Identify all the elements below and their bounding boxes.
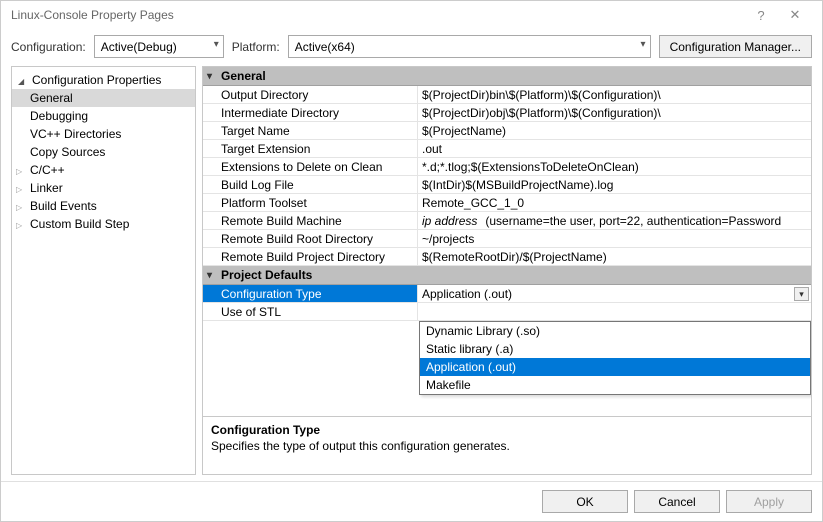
property-grid[interactable]: ▾GeneralOutput Directory$(ProjectDir)bin… [203, 67, 811, 416]
property-value[interactable]: $(ProjectDir)obj\$(Platform)\$(Configura… [418, 104, 811, 121]
property-label: Intermediate Directory [203, 104, 418, 121]
property-label: Target Extension [203, 140, 418, 157]
ok-button[interactable]: OK [542, 490, 628, 513]
property-value[interactable]: $(RemoteRootDir)/$(ProjectName) [418, 248, 811, 265]
titlebar: Linux-Console Property Pages ? ✕ [1, 1, 822, 27]
property-label: Configuration Type [203, 285, 418, 302]
property-label: Target Name [203, 122, 418, 139]
nav-root[interactable]: Configuration Properties [12, 71, 195, 89]
property-row[interactable]: Use of STL [203, 303, 811, 321]
nav-item-debugging[interactable]: Debugging [12, 107, 195, 125]
property-label: Platform Toolset [203, 194, 418, 211]
description-title: Configuration Type [211, 423, 803, 437]
dropdown-option[interactable]: Static library (.a) [420, 340, 810, 358]
collapse-icon: ▾ [207, 270, 221, 281]
section-title: Project Defaults [221, 268, 312, 282]
property-value[interactable]: Application (.out)▾ [418, 285, 811, 302]
config-type-dropdown[interactable]: Dynamic Library (.so)Static library (.a)… [419, 321, 811, 395]
dropdown-button[interactable]: ▾ [794, 287, 809, 301]
property-row[interactable]: Remote Build Root Directory~/projects [203, 230, 811, 248]
platform-value: Active(x64) [295, 40, 355, 54]
property-value[interactable]: .out [418, 140, 811, 157]
property-value[interactable]: $(ProjectName) [418, 122, 811, 139]
nav-item-copy-sources[interactable]: Copy Sources [12, 143, 195, 161]
window-title: Linux-Console Property Pages [11, 8, 744, 22]
chevron-down-icon: ▾ [214, 39, 219, 50]
help-button[interactable]: ? [744, 8, 778, 23]
dropdown-option[interactable]: Makefile [420, 376, 810, 394]
property-value[interactable]: $(ProjectDir)bin\$(Platform)\$(Configura… [418, 86, 811, 103]
close-button[interactable]: ✕ [778, 7, 812, 23]
property-row[interactable]: Remote Build Project Directory$(RemoteRo… [203, 248, 811, 266]
nav-item-custom-build-step[interactable]: Custom Build Step [12, 215, 195, 233]
property-value[interactable]: ip address(username=the user, port=22, a… [418, 212, 811, 229]
property-row[interactable]: Extensions to Delete on Clean*.d;*.tlog;… [203, 158, 811, 176]
cancel-button[interactable]: Cancel [634, 490, 720, 513]
property-pages-window: Linux-Console Property Pages ? ✕ Configu… [0, 0, 823, 522]
property-value[interactable]: ~/projects [418, 230, 811, 247]
collapse-icon: ▾ [207, 71, 221, 82]
nav-item-c-c-[interactable]: C/C++ [12, 161, 195, 179]
property-label: Extensions to Delete on Clean [203, 158, 418, 175]
platform-select[interactable]: Active(x64) ▾ [288, 35, 651, 58]
chevron-down-icon: ▾ [641, 39, 646, 50]
property-label: Output Directory [203, 86, 418, 103]
property-label: Use of STL [203, 303, 418, 320]
property-row[interactable]: Target Extension.out [203, 140, 811, 158]
nav-item-linker[interactable]: Linker [12, 179, 195, 197]
nav-item-vc-directories[interactable]: VC++ Directories [12, 125, 195, 143]
section-header[interactable]: ▾General [203, 67, 811, 86]
nav-tree[interactable]: Configuration PropertiesGeneralDebugging… [11, 66, 196, 475]
property-value[interactable]: Remote_GCC_1_0 [418, 194, 811, 211]
dropdown-option[interactable]: Dynamic Library (.so) [420, 322, 810, 340]
configuration-manager-button[interactable]: Configuration Manager... [659, 35, 812, 58]
apply-button[interactable]: Apply [726, 490, 812, 513]
property-value[interactable]: $(IntDir)$(MSBuildProjectName).log [418, 176, 811, 193]
section-title: General [221, 69, 266, 83]
property-label: Remote Build Root Directory [203, 230, 418, 247]
description-panel: Configuration Type Specifies the type of… [203, 416, 811, 474]
nav-item-general[interactable]: General [12, 89, 195, 107]
description-text: Specifies the type of output this config… [211, 439, 803, 453]
property-label: Remote Build Machine [203, 212, 418, 229]
property-value[interactable] [418, 303, 811, 320]
property-row[interactable]: Platform ToolsetRemote_GCC_1_0 [203, 194, 811, 212]
property-row[interactable]: Configuration TypeApplication (.out)▾ [203, 285, 811, 303]
configuration-label: Configuration: [11, 40, 86, 54]
property-row[interactable]: Output Directory$(ProjectDir)bin\$(Platf… [203, 86, 811, 104]
property-row[interactable]: Build Log File$(IntDir)$(MSBuildProjectN… [203, 176, 811, 194]
property-row[interactable]: Target Name$(ProjectName) [203, 122, 811, 140]
dropdown-option[interactable]: Application (.out) [420, 358, 810, 376]
config-bar: Configuration: Active(Debug) ▾ Platform:… [1, 27, 822, 66]
nav-item-build-events[interactable]: Build Events [12, 197, 195, 215]
platform-label: Platform: [232, 40, 280, 54]
property-label: Remote Build Project Directory [203, 248, 418, 265]
property-label: Build Log File [203, 176, 418, 193]
ip-placeholder: ip address [422, 214, 477, 228]
dialog-footer: OK Cancel Apply [1, 481, 822, 521]
configuration-select[interactable]: Active(Debug) ▾ [94, 35, 224, 58]
property-value[interactable]: *.d;*.tlog;$(ExtensionsToDeleteOnClean) [418, 158, 811, 175]
property-row[interactable]: Remote Build Machineip address(username=… [203, 212, 811, 230]
configuration-value: Active(Debug) [101, 40, 177, 54]
section-header[interactable]: ▾Project Defaults [203, 266, 811, 285]
property-row[interactable]: Intermediate Directory$(ProjectDir)obj\$… [203, 104, 811, 122]
property-grid-panel: ▾GeneralOutput Directory$(ProjectDir)bin… [202, 66, 812, 475]
